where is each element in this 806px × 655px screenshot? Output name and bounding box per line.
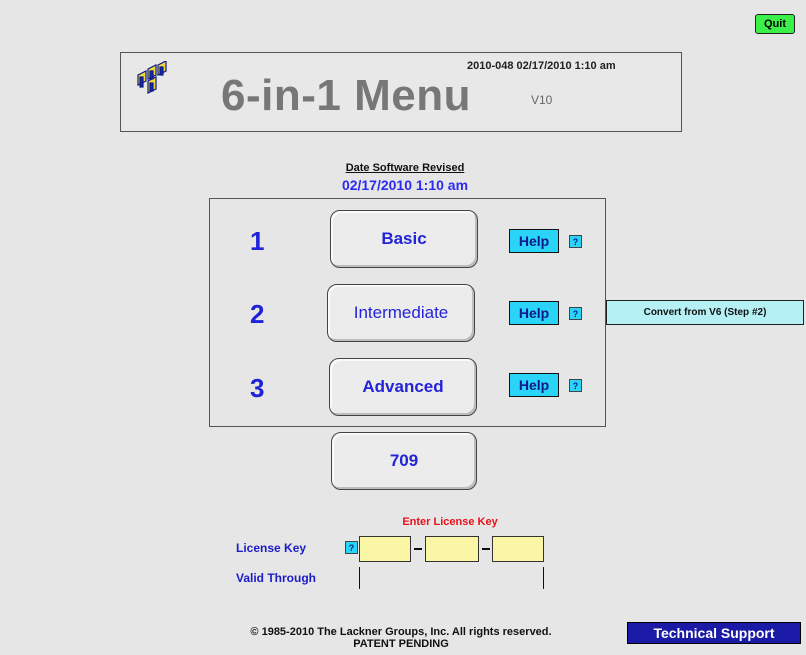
date-revised-value: 02/17/2010 1:10 am	[341, 177, 469, 193]
basic-button[interactable]: Basic	[330, 210, 478, 268]
question-icon[interactable]: ?	[569, 307, 582, 320]
valid-through-label: Valid Through	[236, 571, 316, 585]
advanced-button[interactable]: Advanced	[329, 358, 477, 416]
valid-through-left-bracket	[359, 567, 360, 589]
form-709-button[interactable]: 709	[331, 432, 477, 490]
level-number-2: 2	[250, 299, 265, 329]
license-key-segment-2[interactable]	[425, 536, 479, 562]
stacked-cubes-icon	[135, 60, 171, 95]
key-dash	[482, 548, 490, 550]
enter-license-prompt: Enter License Key	[402, 516, 498, 528]
app-title: 6-in-1 Menu	[221, 71, 471, 120]
level-number-3: 3	[250, 373, 265, 403]
license-key-segment-1[interactable]	[359, 536, 411, 562]
license-key-segment-3[interactable]	[492, 536, 544, 562]
technical-support-button[interactable]: Technical Support	[627, 622, 801, 644]
date-revised-label: Date Software Revised	[345, 162, 465, 174]
question-icon[interactable]: ?	[569, 235, 582, 248]
help-button-basic[interactable]: Help	[509, 229, 559, 253]
quit-button[interactable]: Quit	[755, 14, 795, 34]
level-number-1: 1	[250, 226, 265, 256]
valid-through-right-bracket	[543, 567, 544, 589]
patent-text: PATENT PENDING	[353, 638, 449, 650]
copyright-text: © 1985-2010 The Lackner Groups, Inc. All…	[250, 626, 552, 638]
header-panel: 6-in-1 Menu V10 2010-048 02/17/2010 1:10…	[120, 52, 682, 132]
key-dash	[414, 548, 422, 550]
intermediate-button[interactable]: Intermediate	[327, 284, 475, 342]
help-button-advanced[interactable]: Help	[509, 373, 559, 397]
question-icon[interactable]: ?	[345, 541, 358, 554]
license-key-label: License Key	[236, 541, 307, 555]
question-icon[interactable]: ?	[569, 379, 582, 392]
convert-from-v6-button[interactable]: Convert from V6 (Step #2)	[606, 300, 804, 325]
version-label: V10	[531, 93, 553, 107]
build-timestamp: 2010-048 02/17/2010 1:10 am	[467, 60, 616, 72]
help-button-intermediate[interactable]: Help	[509, 301, 559, 325]
